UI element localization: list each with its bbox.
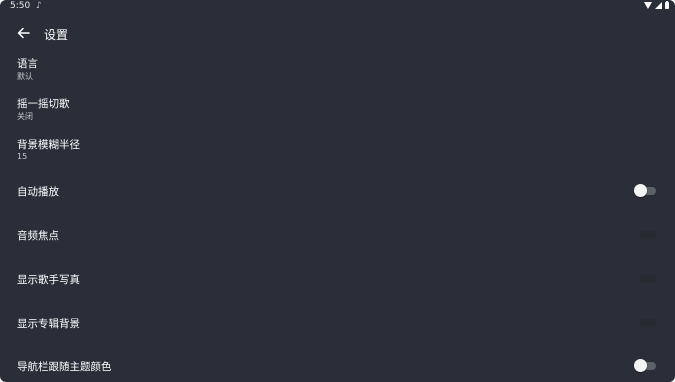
setting-show-album-background-title: 显示专辑背景 (17, 318, 80, 330)
setting-shake-switch-title: 摇一摇切歌 (17, 98, 70, 110)
setting-shake-switch-summary: 关闭 (17, 112, 33, 121)
setting-audio-focus[interactable]: 音频焦点 (0, 220, 675, 250)
navbar-follow-theme-switch[interactable] (634, 359, 658, 373)
page-title: 设置 (44, 28, 69, 42)
setting-navbar-follow-theme-title: 导航栏跟随主题颜色 (17, 361, 112, 373)
switch-track (640, 275, 656, 283)
autoplay-switch[interactable] (634, 184, 658, 198)
setting-blur-radius-title: 背景模糊半径 (17, 139, 80, 151)
setting-language[interactable]: 语言 默认 (0, 54, 675, 88)
arrow-left-icon (17, 27, 30, 39)
setting-shake-switch[interactable]: 摇一摇切歌 关闭 (0, 94, 675, 128)
music-note-icon: ♪ (36, 1, 42, 11)
setting-show-artist-photo-title: 显示歌手写真 (17, 274, 80, 286)
status-icons (644, 1, 669, 9)
back-button[interactable] (10, 22, 38, 46)
show-album-background-switch[interactable] (634, 316, 658, 330)
wifi-icon (644, 2, 652, 9)
setting-show-artist-photo[interactable]: 显示歌手写真 (0, 264, 675, 294)
setting-audio-focus-title: 音频焦点 (17, 230, 59, 242)
switch-track (640, 319, 656, 327)
setting-blur-radius-summary: 15 (17, 152, 28, 161)
audio-focus-switch[interactable] (634, 228, 658, 242)
toolbar: 设置 (0, 18, 675, 50)
setting-navbar-follow-theme[interactable]: 导航栏跟随主题颜色 (0, 351, 675, 381)
setting-autoplay-title: 自动播放 (17, 186, 59, 198)
switch-thumb (634, 359, 647, 372)
setting-show-album-background[interactable]: 显示专辑背景 (0, 308, 675, 338)
setting-language-summary: 默认 (17, 72, 33, 81)
battery-icon (665, 1, 669, 9)
switch-thumb (634, 184, 647, 197)
setting-autoplay[interactable]: 自动播放 (0, 176, 675, 206)
switch-track (640, 231, 656, 239)
status-bar: 5:50 ♪ (0, 0, 675, 13)
setting-language-title: 语言 (17, 58, 38, 70)
signal-icon (655, 2, 662, 9)
show-artist-photo-switch[interactable] (634, 272, 658, 286)
settings-screen: 5:50 ♪ 设置 语言 默认 摇一摇切歌 关闭 背景模糊半径 15 自动播放 (0, 0, 675, 382)
setting-blur-radius[interactable]: 背景模糊半径 15 (0, 135, 675, 169)
status-time: 5:50 (10, 1, 31, 11)
